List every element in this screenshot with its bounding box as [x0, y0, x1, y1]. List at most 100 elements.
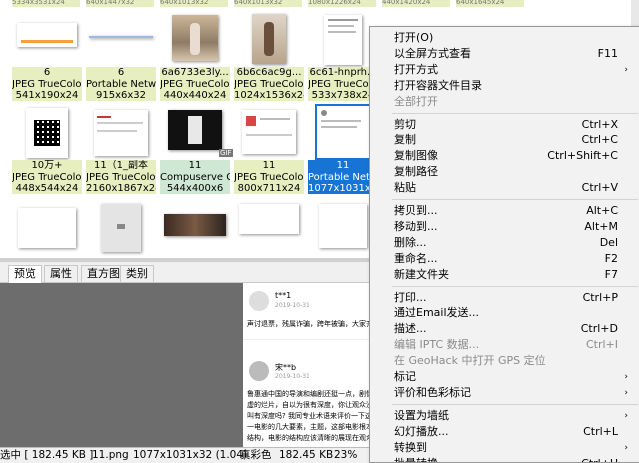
thumbnail-item[interactable]: 6a6733e3ly... JPEG TrueColor... 440x440x… — [160, 11, 230, 103]
tab-properties[interactable]: 属性 — [44, 265, 78, 282]
menu-item-label: 删除... — [394, 235, 427, 251]
menu-item-label: 批量转换... — [394, 456, 449, 463]
menu-item[interactable]: 打开方式› — [370, 62, 639, 78]
caption-cell: 1080x1226x24 — [308, 0, 376, 7]
menu-item-shortcut: F11 — [598, 46, 618, 62]
menu-item[interactable]: 幻灯播放... Ctrl+L — [370, 424, 639, 440]
thumbnail-item[interactable] — [160, 198, 230, 258]
menu-item[interactable]: 剪切Ctrl+X — [370, 117, 639, 133]
menu-item: 编辑 IPTC 数据... Ctrl+I — [370, 337, 639, 353]
menu-item[interactable]: 打开(O) — [370, 30, 639, 46]
thumbnail-item[interactable]: 6 Portable Netwo... 915x6x32 — [86, 11, 156, 103]
tab-categories[interactable]: 类别 — [120, 265, 154, 282]
thumbnail-image — [164, 214, 226, 236]
thumbnail-item[interactable]: 6b6c6ac9g... JPEG TrueColor... 1024x1536… — [234, 11, 304, 103]
caption-cell: 640x1013x32 — [160, 0, 228, 7]
thumbnail-item[interactable] — [308, 198, 378, 258]
thumbnail-image — [89, 36, 153, 38]
menu-item: 在 GeoHack 中打开 GPS 定位 — [370, 353, 639, 369]
thumbnail-item[interactable]: 11（1_副本 JPEG TrueColor... 2160x1867x24 — [86, 104, 156, 196]
menu-item[interactable]: 设置为墙纸› — [370, 408, 639, 424]
menu-item[interactable]: 复制图像Ctrl+Shift+C — [370, 148, 639, 164]
menu-item[interactable]: 复制路径 — [370, 164, 639, 180]
menu-item-label: 幻灯播放... — [394, 424, 449, 440]
file-dims: 541x190x24 — [12, 90, 82, 101]
menu-item-label: 标记 — [394, 369, 416, 385]
thumbnail-item[interactable]: 6c61-hnprh... JPEG TrueColor... 533x738x… — [308, 11, 378, 103]
menu-item-shortcut: Ctrl+L — [583, 424, 618, 440]
menu-item[interactable]: 通过Email发送... — [370, 305, 639, 321]
file-type: JPEG TrueColor... — [234, 172, 304, 183]
comment-text-line: 虚的烂片，自以为很有深度，你让观众没 — [247, 400, 373, 410]
menu-item[interactable]: 删除...Del — [370, 235, 639, 251]
menu-item-label: 移动到... — [394, 219, 438, 235]
menu-item[interactable]: 打印...Ctrl+P — [370, 290, 639, 306]
thumbnail-image — [101, 204, 141, 252]
file-type: Portable Netwo... — [308, 172, 378, 183]
menu-item[interactable]: 移动到... Alt+M — [370, 219, 639, 235]
menu-item-label: 重命名... — [394, 251, 438, 267]
gif-badge: GIF — [219, 149, 233, 157]
status-dimensions: 1077x1031x32 (1.04) — [133, 448, 247, 462]
menu-item[interactable]: 拷贝到...Alt+C — [370, 203, 639, 219]
thumbnail-item[interactable] — [86, 198, 156, 258]
tab-preview[interactable]: 预览 — [8, 265, 42, 283]
menu-item-label: 复制图像 — [394, 148, 438, 164]
file-name: 11（1_副本 — [86, 160, 156, 172]
thumbnail-item[interactable] — [12, 198, 82, 258]
menu-item-shortcut: Ctrl+I — [586, 337, 618, 353]
thumbnail-image — [317, 106, 369, 158]
thumbnail-item[interactable]: GIF 11 Compuserve GI... 544x400x6 — [160, 104, 230, 196]
comment-user: t**1 — [275, 291, 291, 300]
menu-item-label: 打开容器文件目录 — [394, 78, 482, 94]
preview-image: t**1 2019-10-31 声讨退票，残属诈骗，跨年被骗，大家齐心 宋**b… — [243, 283, 383, 447]
menu-item-label: 描述... — [394, 321, 427, 337]
menu-item: 全部打开 — [370, 94, 639, 110]
menu-item-label: 打印... — [394, 290, 427, 306]
thumbnail-item-selected[interactable]: 11 Portable Netwo... 1077x1031x32 — [308, 104, 378, 196]
menu-item[interactable]: 打开容器文件目录 — [370, 78, 639, 94]
menu-item[interactable]: 描述...Ctrl+D — [370, 321, 639, 337]
menu-item-shortcut: F7 — [605, 267, 618, 283]
thumbnail-item[interactable] — [234, 198, 304, 258]
menu-item[interactable]: 重命名... F2 — [370, 251, 639, 267]
menu-item-shortcut: Ctrl+C — [582, 132, 618, 148]
thumbnail-image — [17, 23, 77, 47]
menu-item[interactable]: 新建文件夹F7 — [370, 267, 639, 283]
file-dims: 440x440x24 — [160, 90, 230, 101]
file-name: 6c61-hnprh... — [308, 67, 378, 79]
menu-item-label: 以全屏方式查看 — [394, 46, 471, 62]
menu-item[interactable]: 批量转换...Ctrl+U — [370, 456, 639, 463]
file-dims: 800x711x24 — [234, 183, 304, 194]
file-dims: 448x544x24 — [12, 183, 82, 194]
file-type: JPEG TrueColor... — [234, 79, 304, 90]
avatar — [249, 361, 269, 381]
context-menu: 打开(O)以全屏方式查看 F11打开方式›打开容器文件目录全部打开剪切Ctrl+X… — [369, 26, 639, 463]
file-name: 11 — [308, 160, 378, 172]
menu-item-label: 编辑 IPTC 数据... — [394, 337, 479, 353]
menu-item-label: 全部打开 — [394, 94, 438, 110]
menu-item-shortcut: F2 — [605, 251, 618, 267]
menu-item[interactable]: 评价和色彩标记› — [370, 385, 639, 401]
comment-text: 声讨退票，残属诈骗，跨年被骗，大家齐心 — [247, 319, 380, 329]
menu-item[interactable]: 以全屏方式查看 F11 — [370, 46, 639, 62]
menu-item[interactable]: 复制Ctrl+C — [370, 132, 639, 148]
menu-item-label: 在 GeoHack 中打开 GPS 定位 — [394, 353, 546, 369]
submenu-arrow-icon: › — [624, 369, 628, 385]
file-name: 6b6c6ac9g... — [234, 67, 304, 79]
thumbnail-image — [239, 204, 299, 234]
thumbnail-item[interactable]: 10万+ JPEG TrueColor... 448x544x24 — [12, 104, 82, 196]
menu-item-shortcut: Ctrl+V — [582, 180, 618, 196]
thumbnail-item[interactable]: 11 JPEG TrueColor... 800x711x24 — [234, 104, 304, 196]
menu-item[interactable]: 标记 › — [370, 369, 639, 385]
file-name: 11 — [160, 160, 230, 172]
thumbnail-image — [168, 110, 222, 150]
menu-separator — [392, 286, 638, 287]
menu-item-shortcut: Alt+M — [584, 219, 618, 235]
status-size: 182.45 KB — [279, 448, 333, 462]
menu-item[interactable]: 粘贴Ctrl+V — [370, 180, 639, 196]
thumbnail-item[interactable]: 6 JPEG TrueColor... 541x190x24 — [12, 11, 82, 103]
file-dims: 533x738x24 — [308, 90, 378, 101]
menu-item-shortcut: Alt+C — [586, 203, 618, 219]
menu-item[interactable]: 转换到› — [370, 440, 639, 456]
